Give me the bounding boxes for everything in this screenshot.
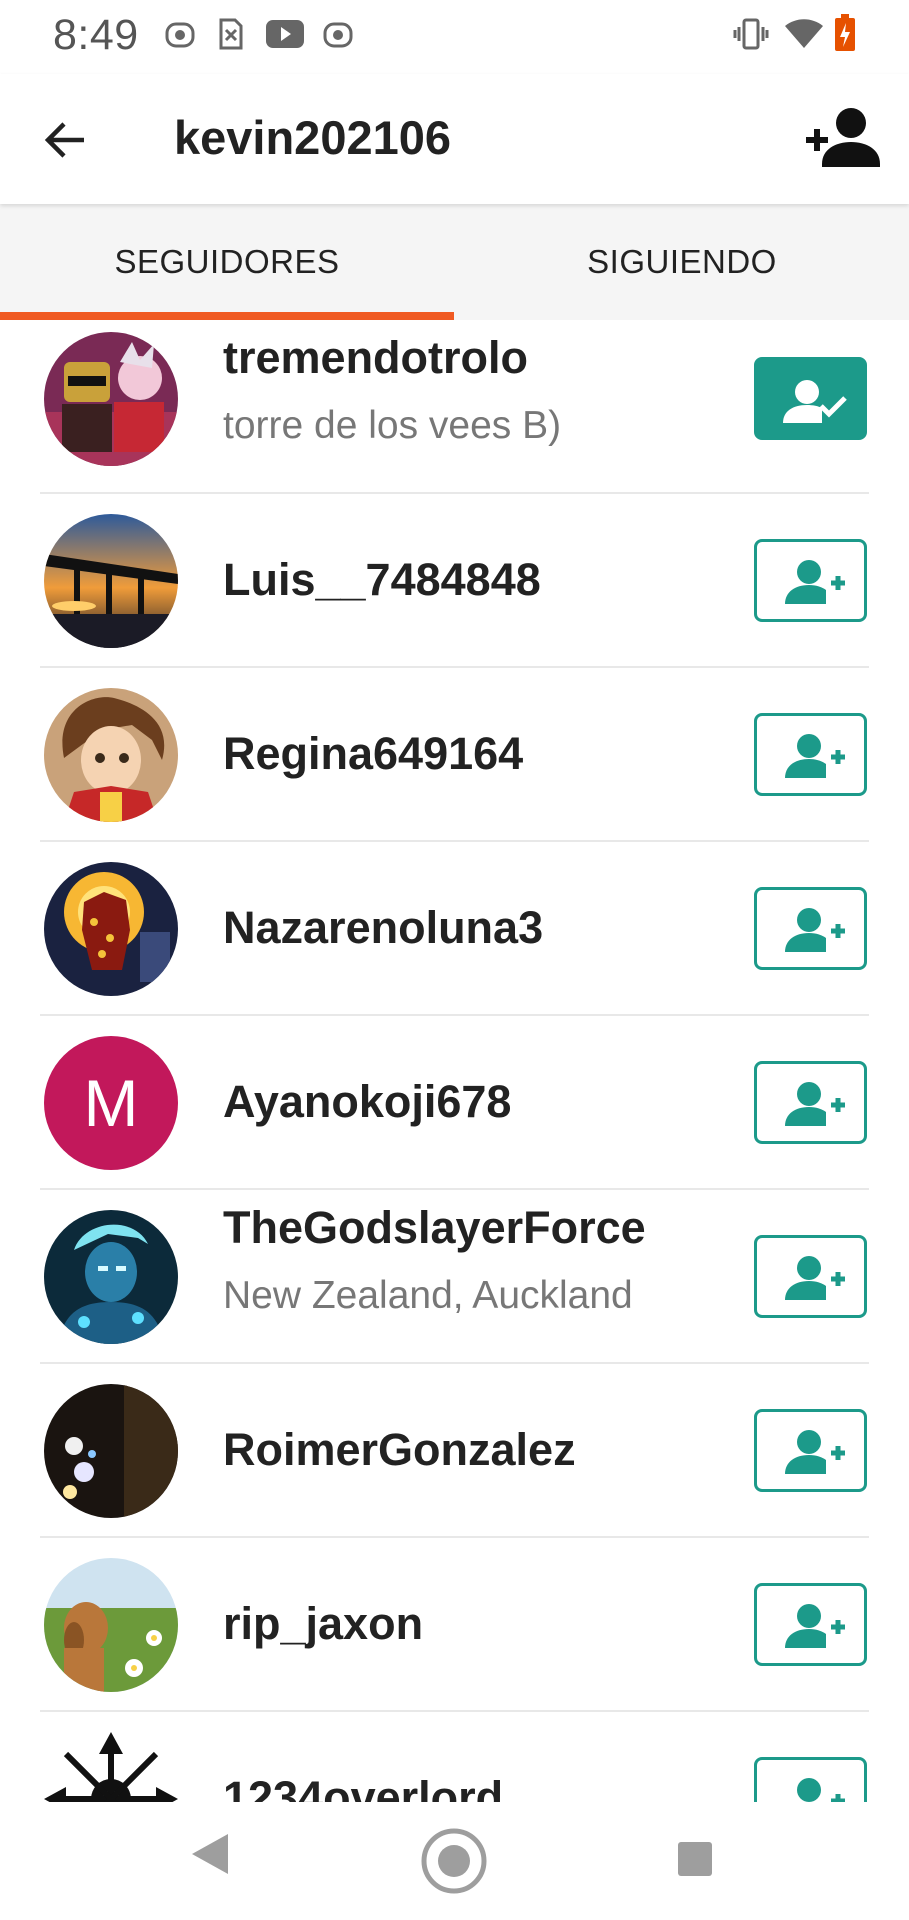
follow-button[interactable]: [754, 1061, 867, 1144]
page-title: kevin202106: [174, 111, 452, 164]
arrow-back-icon: [44, 122, 84, 158]
list-item[interactable]: 1234overlord: [0, 1712, 909, 1802]
no-sim-card-icon: [218, 17, 244, 56]
battery-charging-icon: [834, 14, 856, 57]
dog-in-flowers-avatar: [44, 1558, 178, 1692]
recents-square-icon: [678, 1842, 712, 1876]
follow-button[interactable]: [754, 713, 867, 796]
add-user-icon: [785, 560, 845, 604]
avatar[interactable]: [44, 1210, 178, 1344]
user-subtitle: New Zealand, Auckland: [223, 1274, 633, 1317]
system-nav-bar: [0, 1802, 909, 1920]
username: tremendotrolo: [223, 332, 529, 383]
wifi-icon: [784, 18, 824, 55]
bridge-sunset-avatar: [44, 514, 178, 648]
status-time: 8:49: [53, 11, 139, 59]
app-bar: kevin202106: [0, 74, 909, 204]
username: Luis__7484848: [223, 554, 541, 605]
username: Ayanokoji678: [223, 1076, 512, 1127]
avatar[interactable]: [44, 1732, 178, 1802]
list-item[interactable]: TheGodslayerForce New Zealand, Auckland: [0, 1190, 909, 1364]
list-item[interactable]: RoimerGonzalez: [0, 1364, 909, 1538]
tab-bar: SEGUIDORES SIGUIENDO: [0, 204, 909, 320]
list-item[interactable]: Nazarenoluna3: [0, 842, 909, 1016]
follow-button[interactable]: [754, 1757, 867, 1802]
followers-list[interactable]: tremendotrolo torre de los vees B) Luis_…: [0, 320, 909, 1802]
add-user-icon: [785, 1256, 845, 1300]
active-tab-indicator: [0, 312, 454, 320]
username: Regina649164: [223, 728, 524, 779]
add-user-icon: [785, 1430, 845, 1474]
username: TheGodslayerForce: [223, 1202, 646, 1253]
add-user-button[interactable]: [806, 104, 882, 174]
avatar[interactable]: [44, 1384, 178, 1518]
list-item[interactable]: rip_jaxon: [0, 1538, 909, 1712]
record-icon: [323, 20, 353, 55]
user-check-icon: [783, 380, 847, 423]
youtube-icon: [266, 20, 304, 53]
follow-button[interactable]: [754, 1583, 867, 1666]
add-user-icon: [785, 734, 845, 778]
add-user-icon: [785, 1082, 845, 1126]
letter-avatar[interactable]: M: [44, 1036, 178, 1170]
back-button[interactable]: [38, 112, 94, 168]
add-user-icon: [806, 108, 880, 167]
back-triangle-icon: [192, 1834, 228, 1874]
avatar[interactable]: [44, 514, 178, 648]
follow-button[interactable]: [754, 1235, 867, 1318]
nav-back-button[interactable]: [190, 1832, 230, 1881]
tab-following[interactable]: SIGUIENDO: [455, 204, 909, 320]
list-item[interactable]: M Ayanokoji678: [0, 1016, 909, 1190]
tab-followers[interactable]: SEGUIDORES: [0, 204, 454, 320]
blue-warrior-avatar: [44, 1210, 178, 1344]
home-circle-icon: [421, 1828, 487, 1894]
dark-lights-avatar: [44, 1384, 178, 1518]
follow-button[interactable]: [754, 539, 867, 622]
username: 1234overlord: [223, 1772, 504, 1802]
list-item[interactable]: Luis__7484848: [0, 494, 909, 668]
fire-hero-avatar: [44, 862, 178, 996]
record-icon: [165, 20, 195, 55]
list-item[interactable]: Regina649164: [0, 668, 909, 842]
cartoon-characters-avatar: [44, 332, 178, 466]
status-bar: 8:49: [0, 0, 909, 74]
add-user-icon: [797, 1778, 845, 1802]
add-user-icon: [785, 908, 845, 952]
nav-recents-button[interactable]: [676, 1840, 714, 1883]
chaos-star-avatar: [44, 1732, 178, 1802]
avatar-letter: M: [83, 1066, 139, 1140]
follow-button[interactable]: [754, 887, 867, 970]
following-button[interactable]: [754, 357, 867, 440]
username: rip_jaxon: [223, 1598, 424, 1649]
avatar[interactable]: [44, 688, 178, 822]
vibrate-icon: [733, 18, 769, 55]
list-item[interactable]: tremendotrolo torre de los vees B): [0, 320, 909, 494]
user-subtitle: torre de los vees B): [223, 404, 562, 447]
username: Nazarenoluna3: [223, 902, 544, 953]
avatar[interactable]: [44, 332, 178, 466]
follow-button[interactable]: [754, 1409, 867, 1492]
nav-home-button[interactable]: [420, 1827, 488, 1900]
avatar[interactable]: [44, 862, 178, 996]
add-user-icon: [785, 1604, 845, 1648]
username: RoimerGonzalez: [223, 1424, 576, 1475]
anime-boy-avatar: [44, 688, 178, 822]
avatar[interactable]: [44, 1558, 178, 1692]
